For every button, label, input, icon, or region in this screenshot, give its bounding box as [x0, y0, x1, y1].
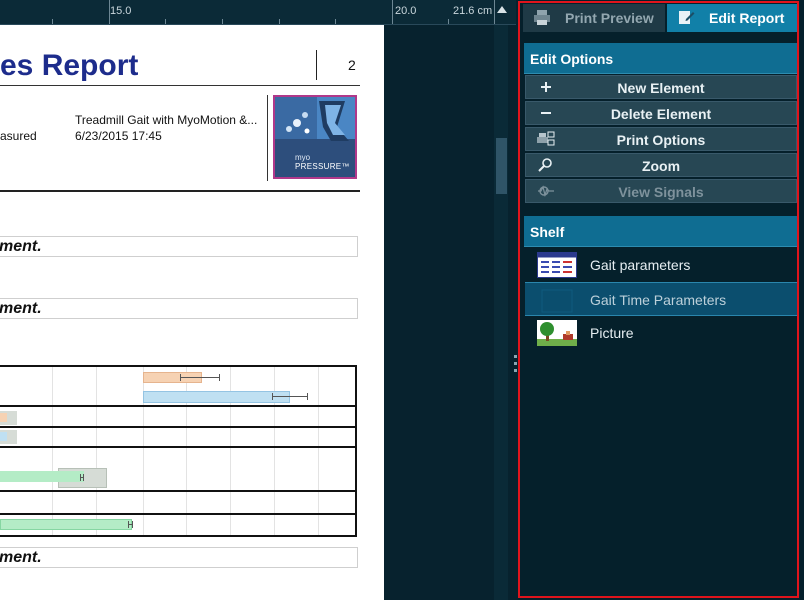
- tab-print-preview[interactable]: Print Preview: [523, 4, 665, 32]
- ruler-label: 15.0: [110, 5, 132, 17]
- ruler-label: 20.0: [395, 5, 417, 17]
- page-number-divider: [316, 50, 317, 80]
- chart-error-bar: [180, 374, 220, 381]
- zoom-button[interactable]: Zoom: [525, 153, 797, 177]
- tab-label: Print Preview: [565, 10, 654, 26]
- gait-bar-chart[interactable]: [0, 365, 357, 537]
- picture-icon: [537, 320, 577, 346]
- edit-options-header: Edit Options: [524, 43, 798, 74]
- button-label: View Signals: [618, 184, 704, 200]
- view-signals-button[interactable]: View Signals: [525, 179, 797, 203]
- button-label: Delete Element: [610, 106, 712, 122]
- logo-divider: [267, 95, 268, 181]
- chart-row-separator: [0, 405, 355, 407]
- logo-text-myo: myo: [295, 153, 311, 162]
- button-label: New Element: [617, 80, 705, 96]
- chart-bar: [0, 432, 7, 441]
- splitter-grip[interactable]: [514, 355, 517, 381]
- scroll-up-arrow-icon[interactable]: [497, 6, 507, 13]
- printer-icon: [534, 10, 550, 25]
- page-number: 2: [348, 57, 356, 73]
- table-icon: [537, 252, 577, 278]
- edit-icon: [679, 11, 695, 24]
- ruler-major-tick: [494, 0, 495, 24]
- measured-date: 6/23/2015 17:45: [75, 129, 162, 143]
- header-rule: [0, 85, 360, 86]
- chart-gridline: [318, 367, 319, 535]
- section-title: Shelf: [530, 224, 565, 240]
- comment-text: ment.: [0, 300, 42, 317]
- report-title: es Report: [0, 49, 139, 82]
- chart-bar: [0, 413, 7, 422]
- shelf-item-picture[interactable]: Picture: [525, 316, 797, 350]
- panel-tab-bar: Print Preview Edit Report: [523, 4, 799, 32]
- blank-icon: [541, 289, 573, 313]
- chart-bar: [0, 471, 84, 482]
- shelf-item-label: Gait parameters: [590, 257, 691, 273]
- test-name: Treadmill Gait with MyoMotion &...: [75, 113, 258, 127]
- chart-gridline: [96, 367, 97, 535]
- ruler-label: 21.6 cm: [453, 5, 493, 17]
- horizontal-ruler: 15.0 20.0 21.6 cm: [0, 0, 516, 25]
- shelf-item-gait-time-parameters[interactable]: Gait Time Parameters: [525, 282, 797, 316]
- section-title: Edit Options: [530, 51, 614, 67]
- header-rule-bottom: [0, 190, 360, 192]
- tab-label: Edit Report: [709, 10, 785, 26]
- chart-row-separator: [0, 426, 355, 428]
- chart-row-separator: [0, 490, 355, 492]
- button-label: Print Options: [616, 132, 706, 148]
- comment-box[interactable]: ment.: [0, 298, 358, 319]
- logo-text-pressure: PRESSURE™: [295, 162, 350, 171]
- comment-box[interactable]: ment.: [0, 547, 358, 568]
- comment-text: ment.: [0, 549, 42, 566]
- chart-bar: [0, 519, 132, 530]
- measured-label: asured: [0, 129, 37, 143]
- chart-error-bar: [80, 474, 84, 481]
- chart-error-bar: [128, 521, 133, 528]
- ruler-major-tick: [392, 0, 393, 24]
- chart-gridline: [52, 367, 53, 535]
- shelf-item-label: Gait Time Parameters: [590, 292, 727, 308]
- vertical-scrollbar[interactable]: [494, 25, 508, 600]
- shelf-item-label: Picture: [590, 325, 634, 341]
- tab-edit-report[interactable]: Edit Report: [667, 4, 799, 32]
- comment-box[interactable]: ment.: [0, 236, 358, 257]
- myopressure-logo: myo PRESSURE™: [273, 95, 357, 179]
- delete-element-button[interactable]: Delete Element: [525, 101, 797, 125]
- shelf-header: Shelf: [524, 216, 798, 247]
- new-element-button[interactable]: New Element: [525, 75, 797, 99]
- chart-row-separator: [0, 513, 355, 515]
- shelf-item-gait-parameters[interactable]: Gait parameters: [525, 248, 797, 282]
- button-label: Zoom: [641, 158, 681, 174]
- chart-bar: [143, 391, 290, 403]
- chart-row-separator: [0, 446, 355, 448]
- comment-text: ment.: [0, 238, 42, 255]
- scrollbar-thumb[interactable]: [496, 138, 507, 194]
- print-options-button[interactable]: Print Options: [525, 127, 797, 151]
- report-page: es Report 2 Treadmill Gait with MyoMotio…: [0, 25, 384, 600]
- chart-error-bar: [272, 393, 308, 400]
